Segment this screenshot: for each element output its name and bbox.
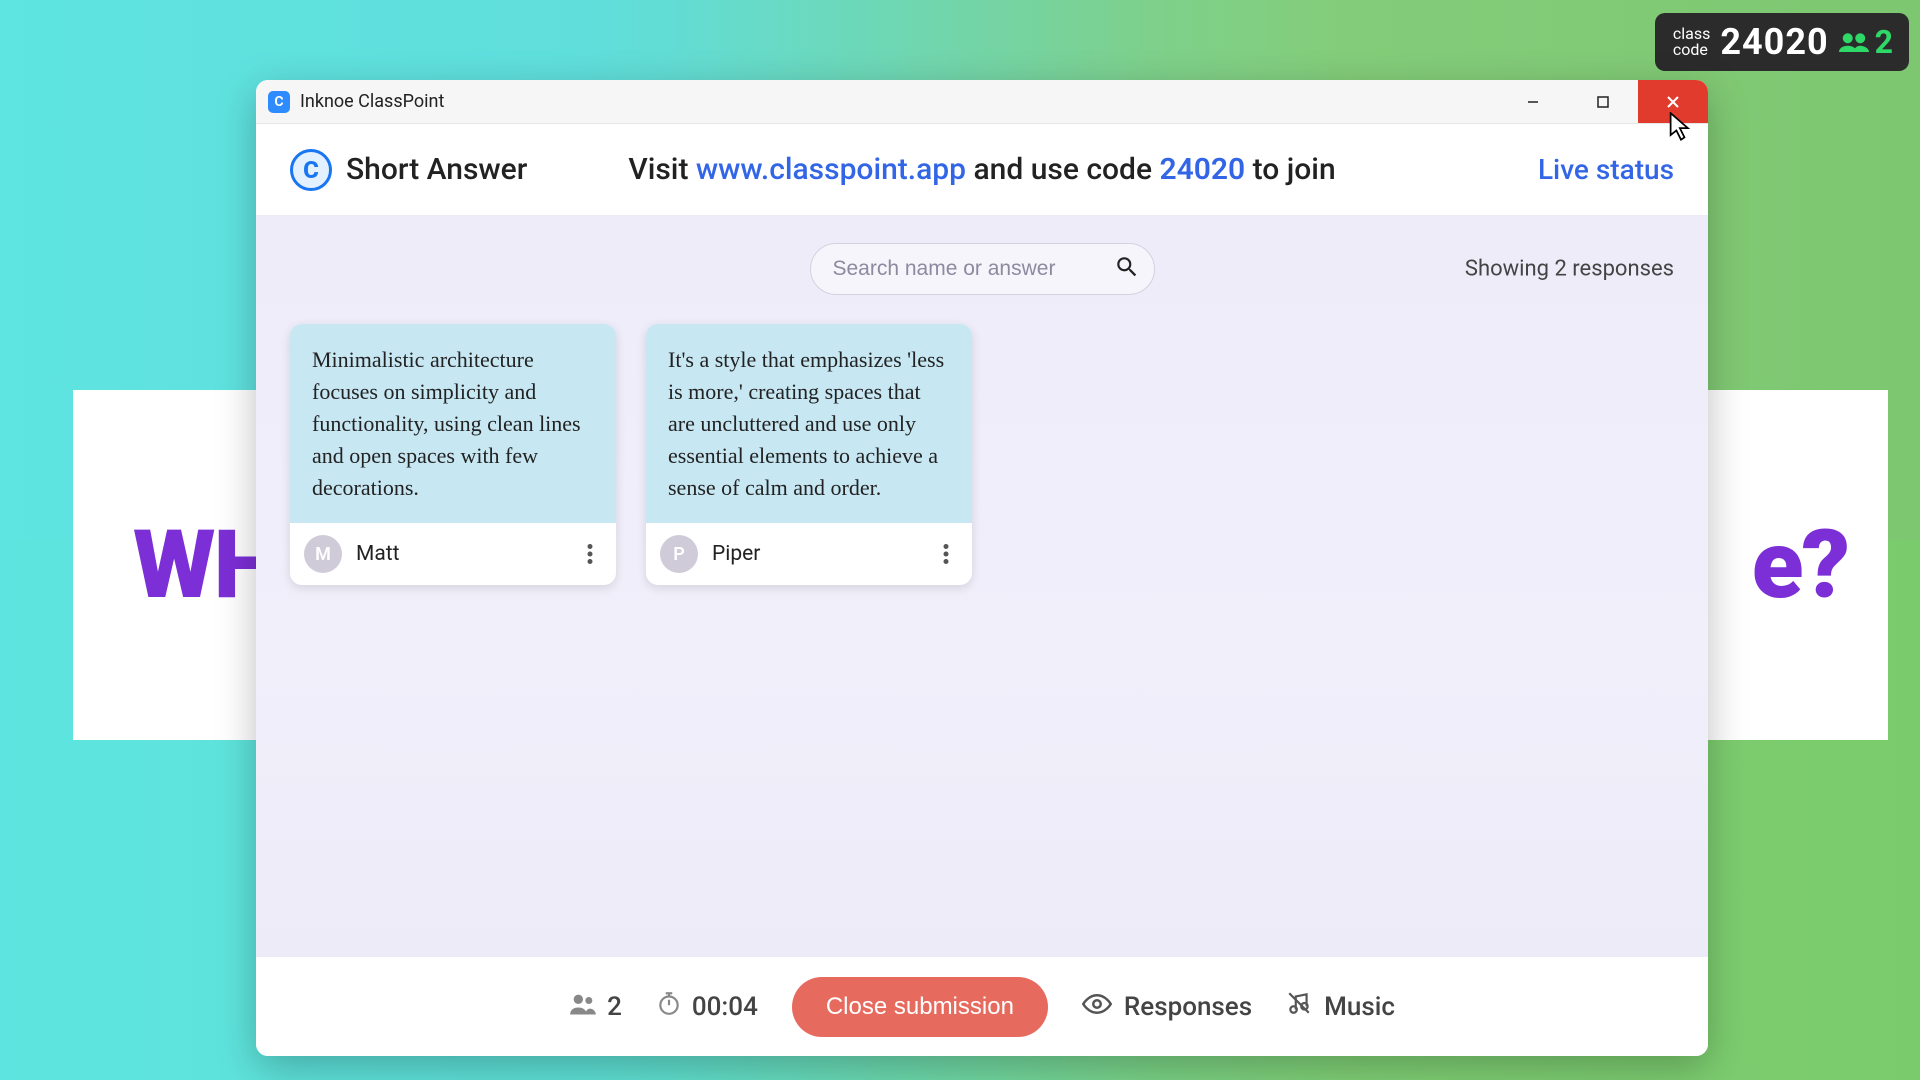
close-submission-button[interactable]: Close submission <box>792 977 1048 1037</box>
eye-icon <box>1082 992 1112 1022</box>
join-code: 24020 <box>1159 152 1245 187</box>
slide-question-fragment-right: e? <box>1752 510 1848 621</box>
response-cards: Minimalistic architecture focuses on sim… <box>290 324 1674 585</box>
classpoint-logo-icon: C <box>290 149 332 191</box>
music-off-icon <box>1286 990 1312 1023</box>
timer-stat: 00:04 <box>656 990 758 1023</box>
response-card[interactable]: Minimalistic architecture focuses on sim… <box>290 324 616 585</box>
class-code-label: class code <box>1673 26 1710 58</box>
responses-button[interactable]: Responses <box>1082 992 1252 1022</box>
classpoint-window: C Inknoe ClassPoint C Short Answer Visit… <box>256 80 1708 1056</box>
search-icon[interactable] <box>1114 254 1140 284</box>
activity-title: Short Answer <box>346 152 527 187</box>
bottom-toolbar: 2 00:04 Close submission Responses Music <box>256 956 1708 1056</box>
join-url[interactable]: www.classpoint.app <box>696 152 966 187</box>
timer-icon <box>656 990 682 1023</box>
avatar: P <box>660 535 698 573</box>
response-count-label: Showing 2 responses <box>1465 257 1674 282</box>
participant-stat: 2 <box>569 992 622 1022</box>
author-name: Piper <box>712 542 920 566</box>
search-input[interactable] <box>833 257 1104 281</box>
maximize-button[interactable] <box>1568 80 1638 123</box>
response-text: Minimalistic architecture focuses on sim… <box>290 324 616 523</box>
app-icon: C <box>268 91 290 113</box>
activity-header: C Short Answer Visit www.classpoint.app … <box>256 124 1708 216</box>
class-code-badge[interactable]: class code 24020 2 <box>1655 13 1909 71</box>
avatar: M <box>304 535 342 573</box>
response-card[interactable]: It's a style that emphasizes 'less is mo… <box>646 324 972 585</box>
people-icon <box>569 992 597 1022</box>
minimize-button[interactable] <box>1498 80 1568 123</box>
author-name: Matt <box>356 542 564 566</box>
close-window-button[interactable] <box>1638 80 1708 123</box>
card-menu-button[interactable] <box>934 544 958 564</box>
response-text: It's a style that emphasizes 'less is mo… <box>646 324 972 523</box>
join-instructions: Visit www.classpoint.app and use code 24… <box>628 152 1335 187</box>
participant-count: 2 <box>1839 23 1893 61</box>
live-status-button[interactable]: Live status <box>1538 153 1674 186</box>
window-title: Inknoe ClassPoint <box>300 91 444 112</box>
search-box[interactable] <box>810 243 1155 295</box>
responses-body: Showing 2 responses Minimalistic archite… <box>256 216 1708 956</box>
class-code-value: 24020 <box>1720 21 1828 63</box>
card-menu-button[interactable] <box>578 544 602 564</box>
music-button[interactable]: Music <box>1286 990 1395 1023</box>
people-icon <box>1839 23 1869 61</box>
titlebar: C Inknoe ClassPoint <box>256 80 1708 124</box>
